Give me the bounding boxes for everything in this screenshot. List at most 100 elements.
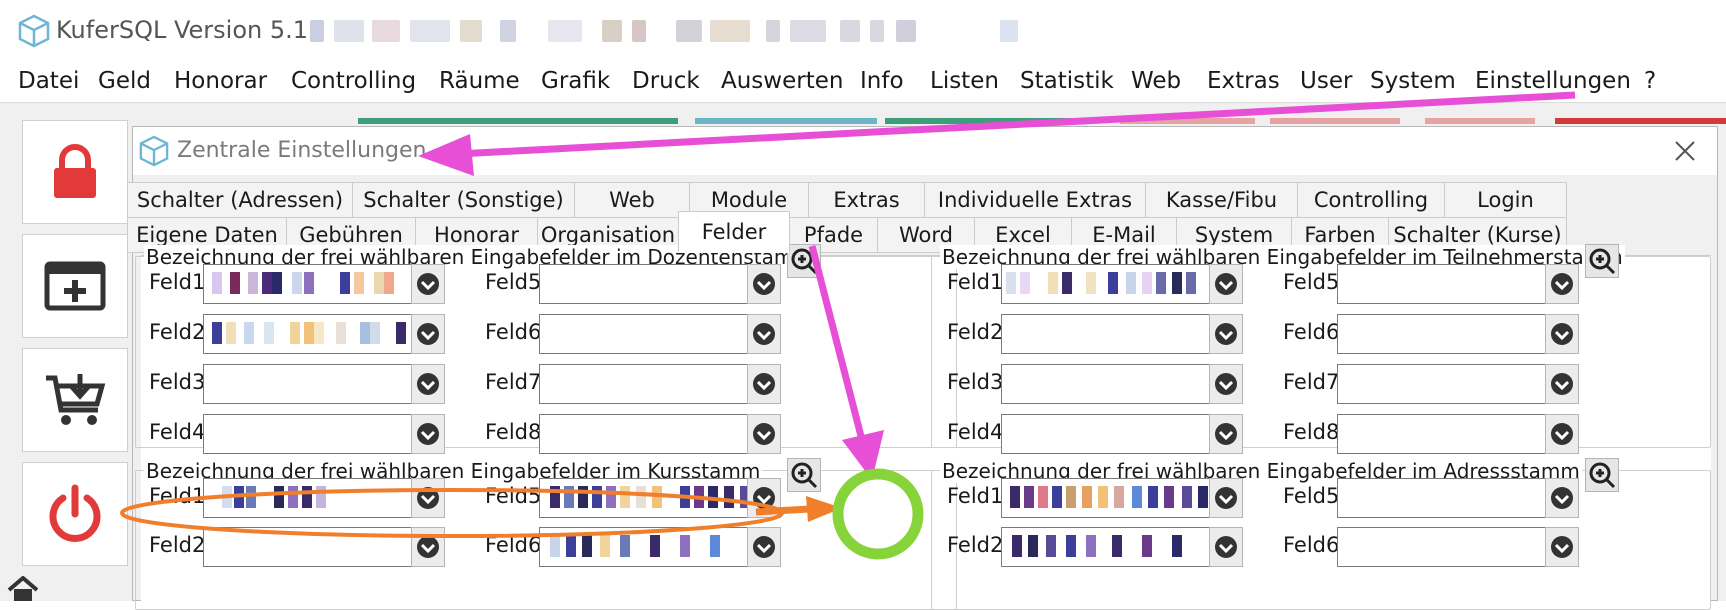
- dropdown-adress-feld2[interactable]: [1209, 527, 1243, 567]
- input-teilnehmer-feld8[interactable]: [1337, 414, 1567, 454]
- menu-druck[interactable]: Druck: [632, 68, 700, 94]
- tab-kasse-fibu[interactable]: Kasse/Fibu: [1145, 182, 1298, 218]
- dialog-header: Zentrale Einstellungen: [133, 127, 1717, 175]
- menu-einstellungen[interactable]: Einstellungen: [1475, 68, 1631, 94]
- zoom-in-icon: [791, 248, 818, 275]
- menu-listen[interactable]: Listen: [930, 68, 999, 94]
- input-kurs-feld2[interactable]: [203, 527, 433, 567]
- dropdown-teilnehmer-feld2[interactable]: [1209, 314, 1243, 354]
- zoom-button-adressstamm[interactable]: [1585, 458, 1619, 492]
- new-window-button[interactable]: [22, 234, 128, 338]
- tab-controlling[interactable]: Controlling: [1297, 182, 1445, 218]
- menu-datei[interactable]: Datei: [18, 68, 79, 94]
- home-icon[interactable]: [6, 576, 40, 601]
- dropdown-dozent-feld4[interactable]: [411, 414, 445, 454]
- menu-system[interactable]: System: [1370, 68, 1456, 94]
- input-adress-feld2[interactable]: [1001, 527, 1231, 567]
- input-adress-feld6[interactable]: [1337, 527, 1567, 567]
- menu-help[interactable]: ?: [1644, 68, 1656, 94]
- menu-controlling[interactable]: Controlling: [291, 68, 416, 94]
- dropdown-teilnehmer-feld4[interactable]: [1209, 414, 1243, 454]
- dropdown-dozent-feld3[interactable]: [411, 364, 445, 404]
- tab-schalter-adressen[interactable]: Schalter (Adressen): [127, 182, 353, 218]
- power-button[interactable]: [22, 462, 128, 566]
- dropdown-dozent-feld5[interactable]: [747, 264, 781, 304]
- dropdown-dozent-feld7[interactable]: [747, 364, 781, 404]
- tab-felder[interactable]: Felder: [678, 211, 790, 253]
- dropdown-adress-feld6[interactable]: [1545, 527, 1579, 567]
- zoom-button-kursstamm[interactable]: [787, 458, 821, 492]
- input-kurs-feld1[interactable]: [203, 478, 433, 518]
- chevron-down-icon: [417, 423, 439, 445]
- input-teilnehmer-feld6[interactable]: [1337, 314, 1567, 354]
- app-title: KuferSQL Version 5.11: [56, 16, 324, 44]
- menu-statistik[interactable]: Statistik: [1020, 68, 1114, 94]
- dropdown-teilnehmer-feld8[interactable]: [1545, 414, 1579, 454]
- tab-login[interactable]: Login: [1444, 182, 1567, 218]
- dropdown-teilnehmer-feld3[interactable]: [1209, 364, 1243, 404]
- dropdown-teilnehmer-feld7[interactable]: [1545, 364, 1579, 404]
- redacted-title-text: [310, 20, 1030, 42]
- input-kurs-feld5[interactable]: [539, 478, 769, 518]
- tab-web[interactable]: Web: [574, 182, 690, 218]
- chevron-down-icon: [1215, 487, 1237, 509]
- chevron-down-icon: [1551, 423, 1573, 445]
- input-adress-feld1[interactable]: [1001, 478, 1231, 518]
- input-dozent-feld5[interactable]: [539, 264, 769, 304]
- input-dozent-feld4[interactable]: [203, 414, 433, 454]
- chevron-down-icon: [417, 487, 439, 509]
- close-button[interactable]: [1669, 135, 1701, 167]
- dropdown-teilnehmer-feld5[interactable]: [1545, 264, 1579, 304]
- dropdown-kurs-feld6[interactable]: [747, 527, 781, 567]
- zoom-button-teilnehmerstamm[interactable]: [1585, 244, 1619, 278]
- menu-grafik[interactable]: Grafik: [541, 68, 610, 94]
- tab-schalter-sonstige[interactable]: Schalter (Sonstige): [352, 182, 575, 218]
- cart-button[interactable]: [22, 348, 128, 452]
- dropdown-dozent-feld1[interactable]: [411, 264, 445, 304]
- dropdown-adress-feld5[interactable]: [1545, 478, 1579, 518]
- dropdown-kurs-feld5[interactable]: [747, 478, 781, 518]
- tab-individuelle-extras[interactable]: Individuelle Extras: [924, 182, 1146, 218]
- dropdown-adress-feld1[interactable]: [1209, 478, 1243, 518]
- menu-info[interactable]: Info: [860, 68, 904, 94]
- menu-user[interactable]: User: [1300, 68, 1352, 94]
- menu-geld[interactable]: Geld: [98, 68, 151, 94]
- dropdown-kurs-feld2[interactable]: [411, 527, 445, 567]
- chevron-down-icon: [1215, 536, 1237, 558]
- input-teilnehmer-feld5[interactable]: [1337, 264, 1567, 304]
- dropdown-dozent-feld2[interactable]: [411, 314, 445, 354]
- menu-honorar[interactable]: Honorar: [174, 68, 267, 94]
- dropdown-kurs-feld1[interactable]: [411, 478, 445, 518]
- dropdown-teilnehmer-feld6[interactable]: [1545, 314, 1579, 354]
- chevron-down-icon: [1551, 373, 1573, 395]
- input-teilnehmer-feld2[interactable]: [1001, 314, 1231, 354]
- chevron-down-icon: [1551, 536, 1573, 558]
- input-dozent-feld3[interactable]: [203, 364, 433, 404]
- chevron-down-icon: [1215, 373, 1237, 395]
- input-dozent-feld6[interactable]: [539, 314, 769, 354]
- menu-raeume[interactable]: Räume: [439, 68, 520, 94]
- tab-extras[interactable]: Extras: [808, 182, 925, 218]
- input-dozent-feld1[interactable]: [203, 264, 433, 304]
- input-dozent-feld8[interactable]: [539, 414, 769, 454]
- menu-extras[interactable]: Extras: [1207, 68, 1280, 94]
- input-adress-feld5[interactable]: [1337, 478, 1567, 518]
- input-teilnehmer-feld7[interactable]: [1337, 364, 1567, 404]
- input-teilnehmer-feld4[interactable]: [1001, 414, 1231, 454]
- chevron-down-icon: [1215, 323, 1237, 345]
- input-dozent-feld7[interactable]: [539, 364, 769, 404]
- input-dozent-feld2[interactable]: [203, 314, 433, 354]
- input-teilnehmer-feld1[interactable]: [1001, 264, 1231, 304]
- dropdown-dozent-feld6[interactable]: [747, 314, 781, 354]
- lock-icon: [54, 144, 96, 198]
- chevron-down-icon: [1551, 273, 1573, 295]
- background-window-tabs: [345, 118, 1726, 126]
- zoom-button-dozentenstamm[interactable]: [787, 244, 821, 278]
- dropdown-teilnehmer-feld1[interactable]: [1209, 264, 1243, 304]
- input-teilnehmer-feld3[interactable]: [1001, 364, 1231, 404]
- dropdown-dozent-feld8[interactable]: [747, 414, 781, 454]
- menu-web[interactable]: Web: [1131, 68, 1181, 94]
- menu-auswerten[interactable]: Auswerten: [721, 68, 843, 94]
- input-kurs-feld6[interactable]: [539, 527, 769, 567]
- lock-button[interactable]: [22, 120, 128, 224]
